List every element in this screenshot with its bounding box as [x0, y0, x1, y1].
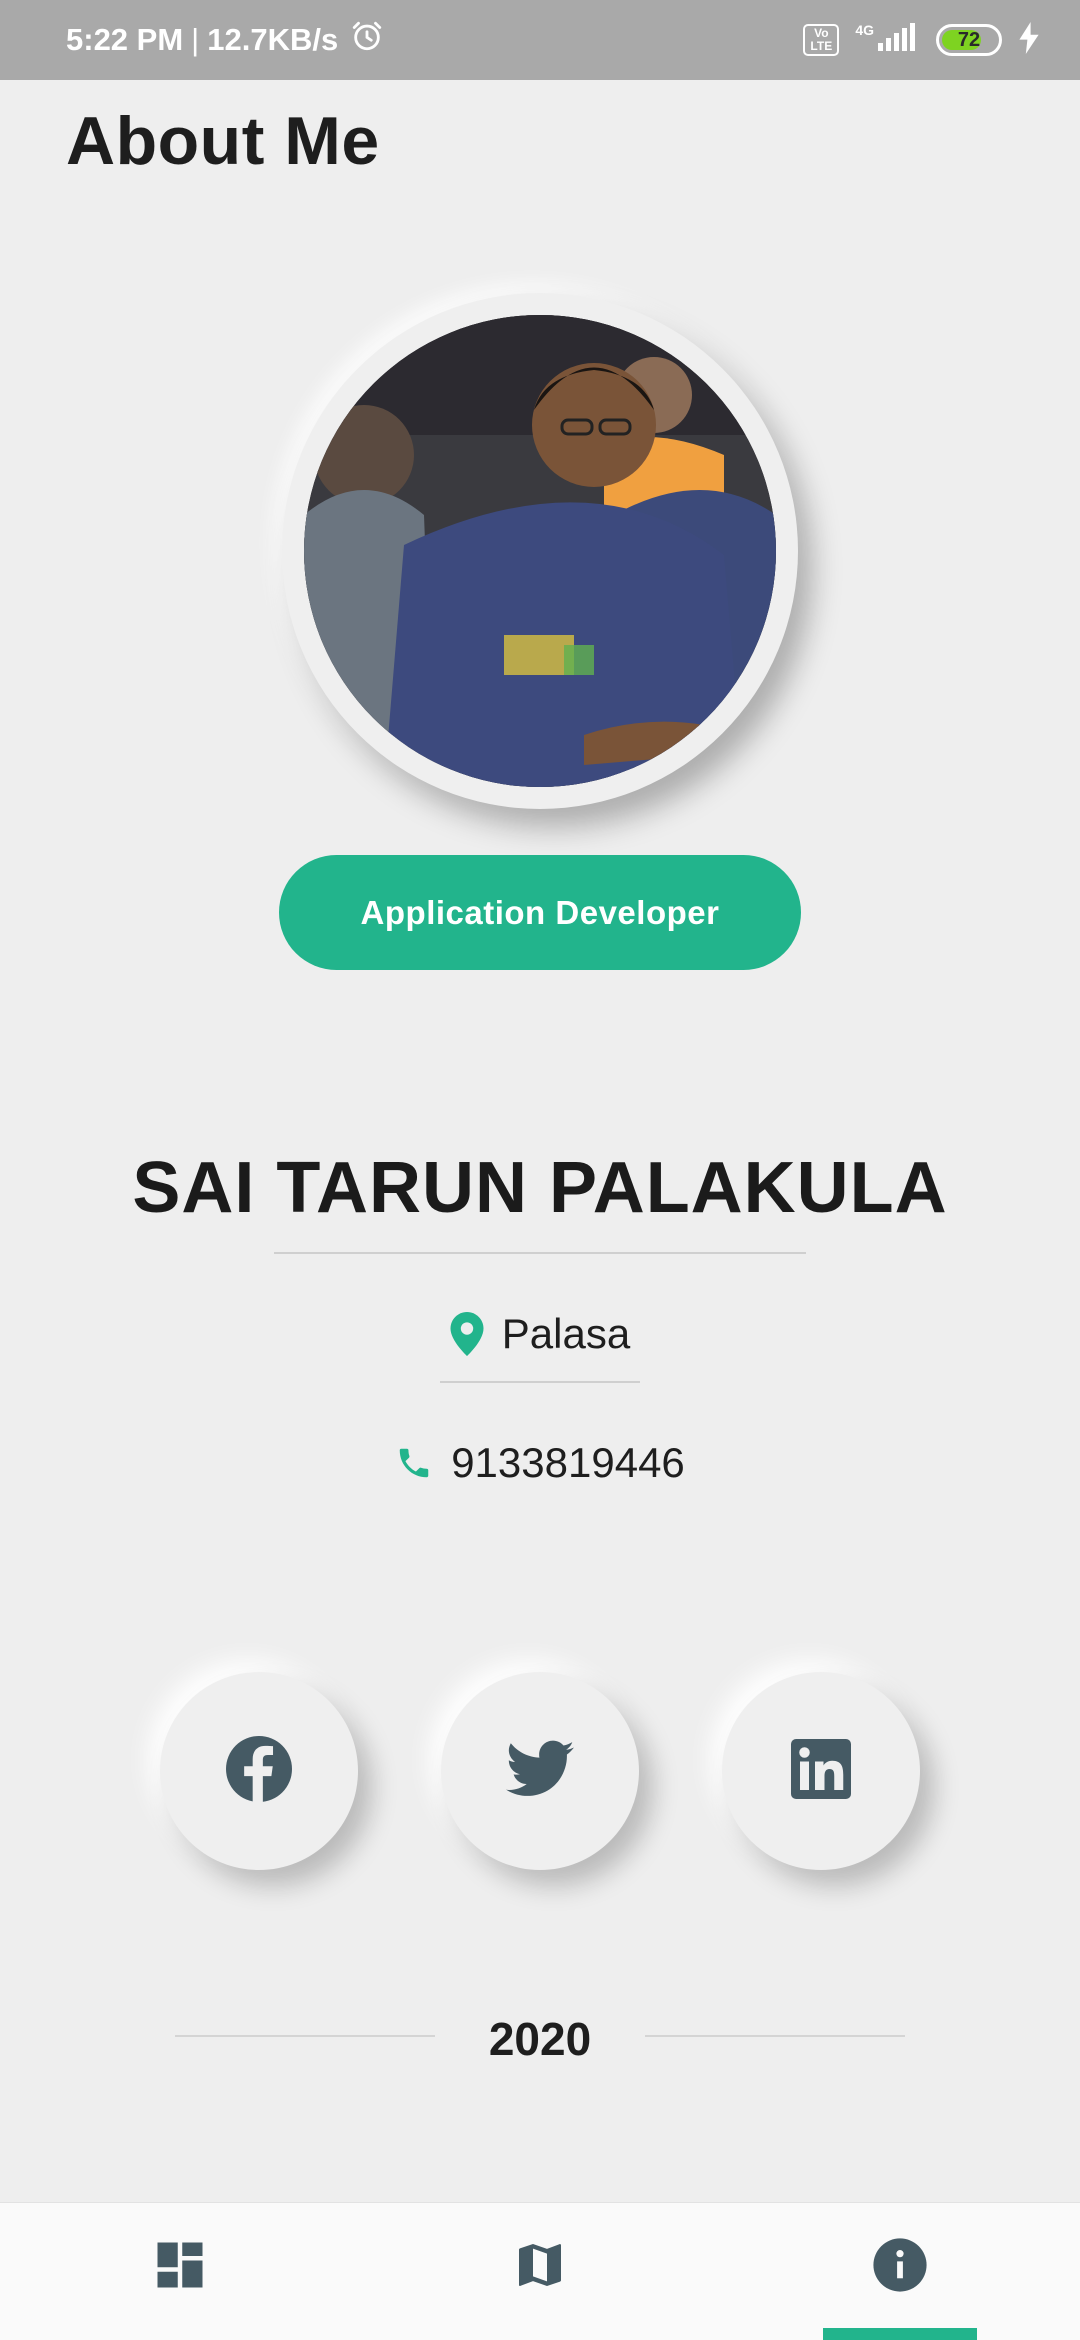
nav-info[interactable]: [800, 2203, 1000, 2340]
nav-active-indicator: [823, 2328, 977, 2340]
name-divider: [274, 1252, 806, 1254]
profile-name: SAI TARUN PALAKULA: [132, 1148, 948, 1228]
network-type: 4G: [855, 22, 874, 38]
status-right: Vo LTE 4G 72: [803, 21, 1040, 59]
location-text: Palasa: [501, 1310, 631, 1357]
info-icon: [871, 2236, 929, 2299]
map-icon: [512, 2237, 568, 2298]
phone-number[interactable]: 9133819446: [451, 1439, 685, 1487]
role-badge: Application Developer: [279, 855, 801, 970]
location-pin-icon: [450, 1312, 484, 1356]
phone-row[interactable]: 9133819446: [0, 1435, 1080, 1491]
status-time: 5:22 PM: [66, 22, 184, 57]
location-row: Palasa: [0, 1306, 1080, 1362]
facebook-icon: [226, 1735, 292, 1807]
volte-icon: Vo LTE: [803, 24, 840, 56]
page-title: About Me: [66, 103, 380, 179]
status-left: 5:22 PM | 12.7KB/s: [66, 19, 384, 61]
battery-level: 72: [957, 28, 981, 51]
linkedin-icon: [791, 1738, 851, 1804]
linkedin-button[interactable]: [722, 1672, 920, 1870]
bottom-nav: [0, 2202, 1080, 2340]
nav-dashboard[interactable]: [80, 2203, 280, 2340]
nav-map[interactable]: [440, 2203, 640, 2340]
avatar-frame: [282, 293, 798, 809]
year-divider-right: [645, 2035, 905, 2037]
twitter-icon: [506, 1740, 574, 1803]
location-divider: [440, 1381, 640, 1383]
phone-icon: [395, 1444, 433, 1482]
charging-icon: [1018, 21, 1040, 59]
alarm-icon: [350, 19, 384, 61]
signal-icon: [876, 22, 920, 58]
footer-year: 2020: [488, 2013, 592, 2065]
facebook-button[interactable]: [160, 1672, 358, 1870]
status-bar: 5:22 PM | 12.7KB/s Vo LTE 4G 72: [0, 0, 1080, 80]
twitter-button[interactable]: [441, 1672, 639, 1870]
status-separator: |: [191, 22, 200, 57]
status-net-speed: 12.7KB/s: [207, 22, 339, 57]
avatar: [304, 315, 776, 787]
battery-icon: 72: [936, 24, 1002, 56]
dashboard-icon: [153, 2238, 207, 2297]
